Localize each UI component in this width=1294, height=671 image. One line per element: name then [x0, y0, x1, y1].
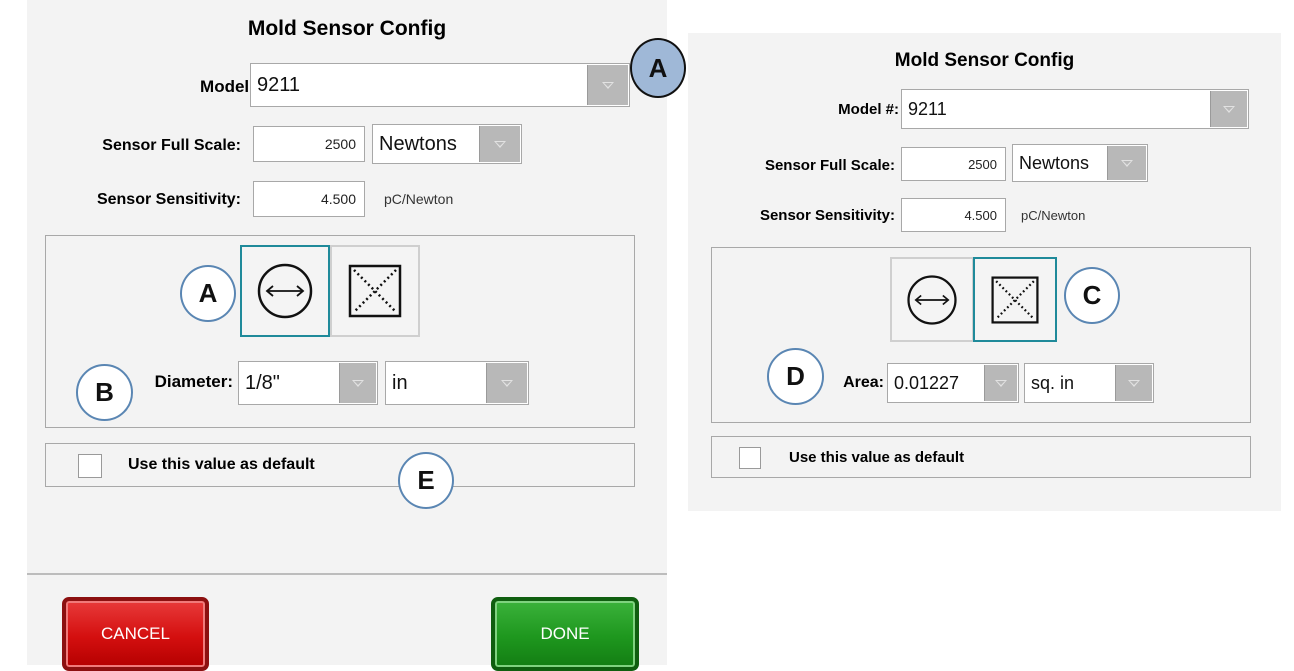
diameter-label: Diameter: — [154, 372, 233, 391]
sensitivity-input[interactable]: 4.500 — [253, 181, 365, 217]
sensitivity-label: Sensor Sensitivity: — [759, 207, 895, 224]
model-select[interactable]: 9211 — [901, 89, 1249, 129]
chevron-down-icon[interactable] — [1210, 91, 1247, 127]
circle-diameter-icon — [907, 274, 957, 325]
full-scale-unit-select[interactable]: Newtons — [1012, 144, 1148, 182]
use-default-label: Use this value as default — [789, 449, 965, 466]
area-shape-button[interactable] — [330, 245, 420, 337]
chevron-down-icon[interactable] — [1107, 146, 1146, 180]
square-area-icon — [991, 275, 1039, 324]
use-default-checkbox[interactable] — [78, 454, 102, 478]
area-value: 0.01227 — [894, 373, 960, 393]
full-scale-label: Sensor Full Scale: — [102, 137, 241, 154]
diameter-value: 1/8" — [245, 372, 280, 394]
right-config-panel: Mold Sensor Config Model #: 9211 Sensor … — [688, 33, 1281, 511]
area-shape-button[interactable] — [973, 257, 1057, 342]
model-select[interactable]: 9211 — [250, 63, 630, 107]
use-default-checkbox[interactable] — [739, 447, 761, 469]
full-scale-unit-select[interactable]: Newtons — [372, 124, 522, 164]
model-label: Model #: — [838, 101, 899, 118]
area-select[interactable]: 0.01227 — [887, 363, 1019, 403]
done-button[interactable]: DONE — [491, 597, 639, 671]
diameter-shape-button[interactable] — [240, 245, 330, 337]
full-scale-input[interactable]: 2500 — [901, 147, 1006, 181]
page-title: Mold Sensor Config — [894, 50, 1075, 71]
chevron-down-icon[interactable] — [587, 65, 628, 105]
left-config-panel: Mold Sensor Config Model #: 9211 Sensor … — [27, 0, 667, 671]
sensitivity-unit: pC/Newton — [1021, 208, 1086, 223]
area-label: Area: — [843, 374, 884, 391]
chevron-down-icon[interactable] — [479, 126, 520, 162]
full-scale-unit-value: Newtons — [1019, 153, 1090, 173]
full-scale-unit-value: Newtons — [379, 133, 457, 155]
cancel-button[interactable]: CANCEL — [62, 597, 209, 671]
callout-a-model: A — [630, 38, 686, 98]
callout-b-diameter: B — [76, 364, 133, 421]
chevron-down-icon[interactable] — [339, 363, 376, 403]
area-unit-value: sq. in — [1031, 373, 1075, 393]
model-value: 9211 — [908, 99, 947, 119]
callout-e-default: E — [398, 452, 454, 509]
callout-a-shape: A — [180, 265, 236, 322]
callout-d-area: D — [767, 348, 824, 405]
square-area-icon — [348, 264, 402, 318]
area-unit-select[interactable]: sq. in — [1024, 363, 1154, 403]
page-title: Mold Sensor Config — [247, 17, 447, 40]
diameter-select[interactable]: 1/8" — [238, 361, 378, 405]
chevron-down-icon[interactable] — [1115, 365, 1152, 401]
use-default-label: Use this value as default — [128, 456, 315, 473]
full-scale-input[interactable]: 2500 — [253, 126, 365, 162]
sensitivity-unit: pC/Newton — [384, 191, 454, 207]
diameter-unit-select[interactable]: in — [385, 361, 529, 405]
circle-diameter-icon — [257, 263, 313, 319]
sensitivity-input[interactable]: 4.500 — [901, 198, 1006, 232]
diameter-unit-value: in — [392, 372, 408, 394]
chevron-down-icon[interactable] — [486, 363, 527, 403]
chevron-down-icon[interactable] — [984, 365, 1017, 401]
model-value: 9211 — [257, 74, 301, 96]
full-scale-label: Sensor Full Scale: — [764, 157, 895, 174]
sensitivity-label: Sensor Sensitivity: — [96, 191, 241, 208]
diameter-shape-button[interactable] — [890, 257, 974, 342]
footer-divider — [27, 573, 667, 575]
callout-c-area-shape: C — [1064, 267, 1120, 324]
